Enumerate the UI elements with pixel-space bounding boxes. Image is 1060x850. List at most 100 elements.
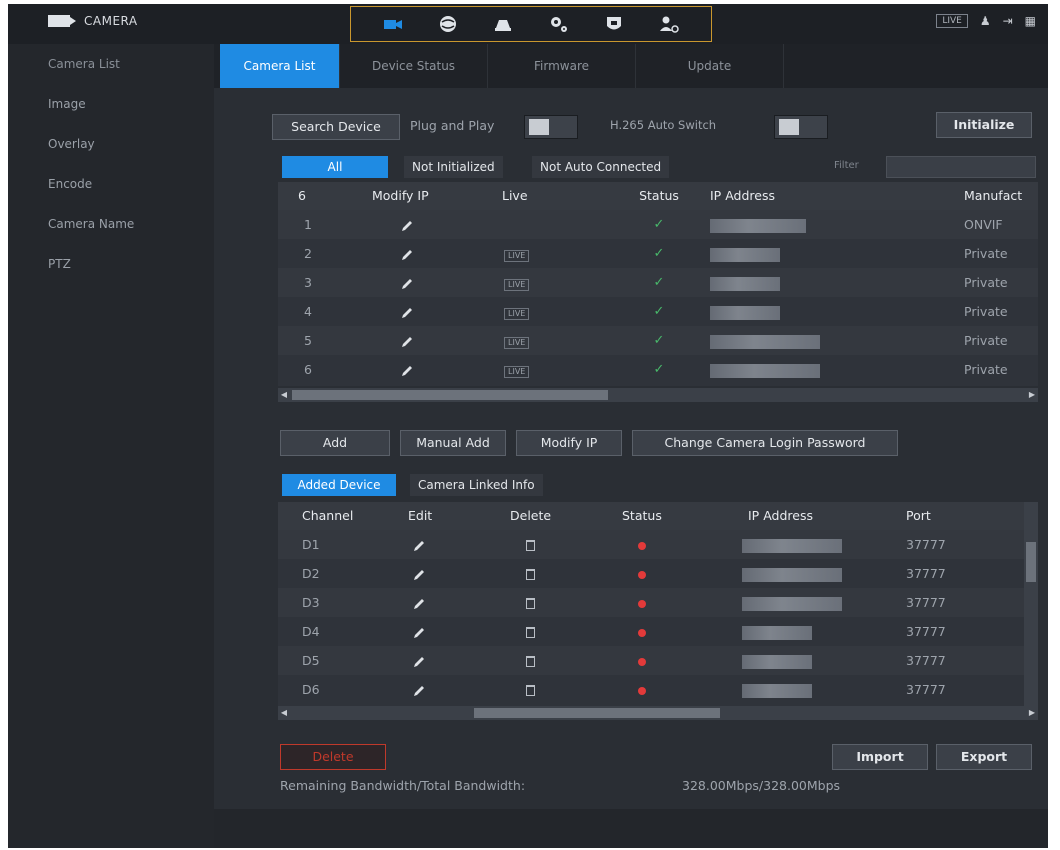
- sidebar-item-ptz[interactable]: PTZ: [8, 244, 214, 284]
- scroll-right-icon[interactable]: ▶: [1026, 388, 1038, 402]
- manual-add-button[interactable]: Manual Add: [400, 430, 506, 456]
- sidebar-item-overlay[interactable]: Overlay: [8, 124, 214, 164]
- filter-all[interactable]: All: [282, 156, 388, 178]
- tab-update[interactable]: Update: [636, 44, 784, 88]
- scroll-thumb[interactable]: [474, 708, 720, 718]
- h265-auto-switch-toggle[interactable]: [774, 115, 828, 139]
- row-live: LIVE: [496, 326, 616, 355]
- delete-button[interactable]: Delete: [280, 744, 386, 770]
- search-table-hscroll[interactable]: ◀ ▶: [278, 388, 1038, 402]
- edit-icon[interactable]: [388, 530, 470, 559]
- edit-icon[interactable]: [388, 617, 470, 646]
- grid-icon[interactable]: ▦: [1025, 14, 1036, 28]
- edit-ip-icon[interactable]: [372, 268, 496, 297]
- table-row[interactable]: D3 37777: [278, 588, 1024, 617]
- ip-address-redacted: [702, 297, 948, 326]
- table-row[interactable]: 5 LIVE ✓ Private: [278, 326, 1038, 355]
- added-table-vscroll[interactable]: [1024, 502, 1038, 706]
- row-checkbox[interactable]: [330, 268, 372, 297]
- table-row[interactable]: 1 ✓ ONVIF: [278, 210, 1038, 239]
- logout-icon[interactable]: ⇥: [1003, 14, 1013, 28]
- status-check-icon: ✓: [653, 333, 665, 348]
- account-icon[interactable]: [654, 11, 684, 37]
- plug-and-play-toggle[interactable]: [524, 115, 578, 139]
- search-device-button[interactable]: Search Device: [272, 114, 400, 140]
- system-icon[interactable]: [544, 11, 574, 37]
- security-icon[interactable]: [599, 11, 629, 37]
- table-row[interactable]: D2 37777: [278, 559, 1024, 588]
- edit-icon[interactable]: [388, 675, 470, 704]
- edit-ip-icon[interactable]: [372, 297, 496, 326]
- table-row[interactable]: 6 LIVE ✓ Private: [278, 355, 1038, 384]
- added-table-body: D1 37777 D2 37777 D3 37777 D4 37777 D5 3…: [278, 530, 1024, 704]
- tab-camera-list[interactable]: Camera List: [220, 44, 340, 88]
- storage-icon[interactable]: [488, 11, 518, 37]
- live-tag[interactable]: LIVE: [504, 279, 530, 291]
- table-row[interactable]: D6 37777: [278, 675, 1024, 704]
- ip-address-redacted: [724, 646, 884, 675]
- live-tag[interactable]: LIVE: [504, 308, 530, 320]
- table-row[interactable]: 3 LIVE ✓ Private: [278, 268, 1038, 297]
- user-icon[interactable]: ♟: [980, 14, 991, 28]
- row-checkbox[interactable]: [330, 239, 372, 268]
- tab-firmware[interactable]: Firmware: [488, 44, 636, 88]
- row-checkbox[interactable]: [330, 355, 372, 384]
- modify-ip-button[interactable]: Modify IP: [516, 430, 622, 456]
- sidebar-item-image[interactable]: Image: [8, 84, 214, 124]
- edit-icon[interactable]: [388, 588, 470, 617]
- table-row[interactable]: D4 37777: [278, 617, 1024, 646]
- filter-input[interactable]: [886, 156, 1036, 178]
- row-checkbox[interactable]: [330, 326, 372, 355]
- table-row[interactable]: D1 37777: [278, 530, 1024, 559]
- scroll-left-icon[interactable]: ◀: [278, 706, 290, 720]
- edit-ip-icon[interactable]: [372, 326, 496, 355]
- row-checkbox[interactable]: [330, 297, 372, 326]
- scroll-right-icon[interactable]: ▶: [1026, 706, 1038, 720]
- live-button[interactable]: LIVE: [936, 14, 968, 28]
- top-bar: CAMERA LIVE ♟ ⇥ ▦: [8, 4, 1048, 44]
- filter-not-auto-connected[interactable]: Not Auto Connected: [532, 156, 670, 178]
- export-button[interactable]: Export: [936, 744, 1032, 770]
- edit-ip-icon[interactable]: [372, 355, 496, 384]
- table-row[interactable]: 4 LIVE ✓ Private: [278, 297, 1038, 326]
- header-count[interactable]: 6: [278, 182, 330, 210]
- tab-added-device[interactable]: Added Device: [282, 474, 396, 496]
- added-table-hscroll[interactable]: ◀ ▶: [278, 706, 1038, 720]
- initialize-button[interactable]: Initialize: [936, 112, 1032, 138]
- ip-address-redacted: [724, 559, 884, 588]
- table-row[interactable]: D5 37777: [278, 646, 1024, 675]
- scroll-thumb[interactable]: [292, 390, 608, 400]
- sidebar-item-encode[interactable]: Encode: [8, 164, 214, 204]
- delete-icon[interactable]: [470, 530, 604, 559]
- edit-icon[interactable]: [388, 559, 470, 588]
- delete-icon[interactable]: [470, 675, 604, 704]
- row-checkbox[interactable]: [330, 210, 372, 239]
- network-icon[interactable]: [433, 11, 463, 37]
- live-tag[interactable]: LIVE: [504, 337, 530, 349]
- add-button[interactable]: Add: [280, 430, 390, 456]
- scroll-thumb[interactable]: [1026, 542, 1036, 582]
- sidebar-item-camera-name[interactable]: Camera Name: [8, 204, 214, 244]
- live-tag[interactable]: LIVE: [504, 366, 530, 378]
- table-row[interactable]: 2 LIVE ✓ Private: [278, 239, 1038, 268]
- filter-not-initialized[interactable]: Not Initialized: [404, 156, 503, 178]
- change-password-button[interactable]: Change Camera Login Password: [632, 430, 898, 456]
- edit-ip-icon[interactable]: [372, 210, 496, 239]
- delete-icon[interactable]: [470, 617, 604, 646]
- header-select[interactable]: [330, 182, 372, 210]
- delete-icon[interactable]: [470, 559, 604, 588]
- edit-ip-icon[interactable]: [372, 239, 496, 268]
- h265-auto-switch-label: H.265 Auto Switch: [610, 118, 717, 132]
- camera-icon[interactable]: [378, 11, 408, 37]
- import-button[interactable]: Import: [832, 744, 928, 770]
- edit-icon[interactable]: [388, 646, 470, 675]
- added-table-header: Channel Edit Delete Status IP Address Po…: [278, 502, 1024, 530]
- delete-icon[interactable]: [470, 646, 604, 675]
- tab-device-status[interactable]: Device Status: [340, 44, 488, 88]
- delete-icon[interactable]: [470, 588, 604, 617]
- live-tag[interactable]: LIVE: [504, 250, 530, 262]
- sidebar-item-camera-list[interactable]: Camera List: [8, 44, 214, 84]
- scroll-left-icon[interactable]: ◀: [278, 388, 290, 402]
- status-check-icon: ✓: [653, 304, 665, 319]
- tab-camera-linked-info[interactable]: Camera Linked Info: [410, 474, 543, 496]
